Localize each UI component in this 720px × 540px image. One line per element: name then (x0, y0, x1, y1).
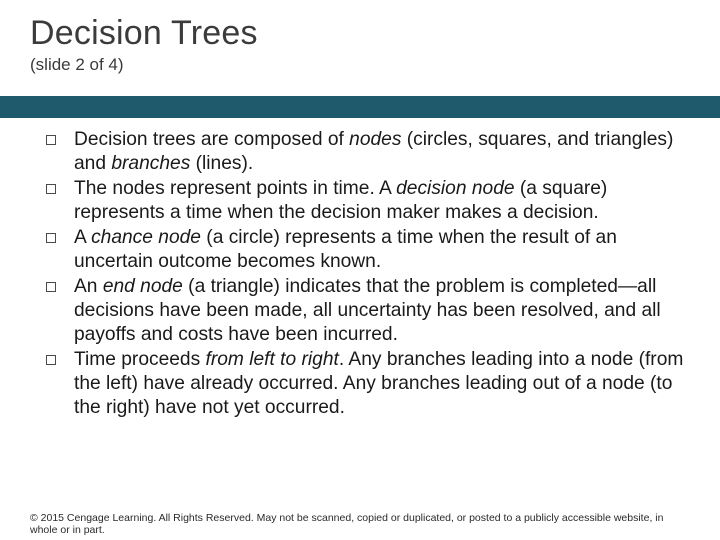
list-item: Decision trees are composed of nodes (ci… (40, 128, 692, 176)
slide-container: Decision Trees (slide 2 of 4) Decision t… (0, 0, 720, 540)
text: An (74, 276, 103, 297)
content-area: Decision trees are composed of nodes (ci… (40, 128, 692, 421)
italic-term: chance node (91, 227, 201, 248)
text: Decision trees are composed of (74, 129, 349, 150)
accent-bar (0, 96, 720, 118)
text: (lines). (190, 153, 253, 174)
list-item: A chance node (a circle) represents a ti… (40, 226, 692, 274)
list-item: The nodes represent points in time. A de… (40, 177, 692, 225)
italic-term: branches (111, 153, 190, 174)
text: Time proceeds (74, 349, 206, 370)
copyright-footer: © 2015 Cengage Learning. All Rights Rese… (30, 512, 690, 536)
italic-term: from left to right (206, 349, 339, 370)
bullet-list: Decision trees are composed of nodes (ci… (40, 128, 692, 420)
list-item: An end node (a triangle) indicates that … (40, 275, 692, 347)
text: A (74, 227, 91, 248)
slide-title: Decision Trees (30, 14, 690, 53)
list-item: Time proceeds from left to right. Any br… (40, 348, 692, 420)
italic-term: end node (103, 276, 183, 297)
italic-term: nodes (349, 129, 401, 150)
italic-term: decision node (396, 178, 514, 199)
slide-subtitle: (slide 2 of 4) (30, 55, 690, 75)
text: The nodes represent points in time. A (74, 178, 396, 199)
